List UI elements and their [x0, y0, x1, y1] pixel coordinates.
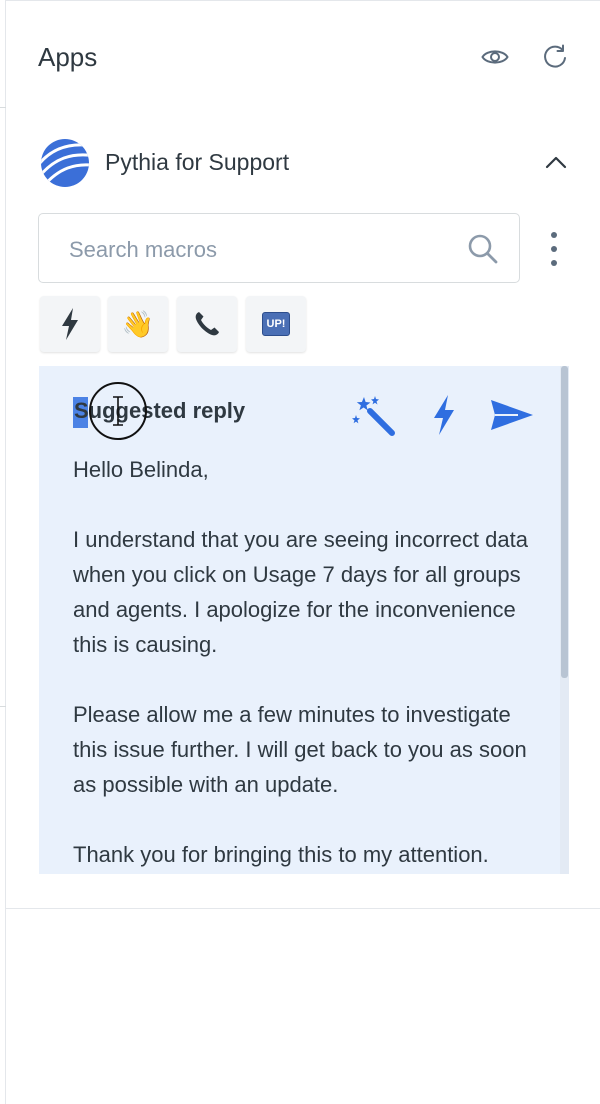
left-divider-tick: [0, 107, 6, 108]
suggested-reply-card: Suggested reply Hello Belinda, I underst…: [39, 366, 569, 874]
quick-macro-wave-button[interactable]: 👋: [108, 296, 168, 352]
left-divider: [5, 0, 6, 1104]
magic-wand-icon[interactable]: [351, 392, 397, 438]
chevron-up-icon[interactable]: [540, 146, 572, 178]
kebab-menu-icon[interactable]: [543, 232, 565, 266]
scrollbar-thumb[interactable]: [561, 366, 568, 678]
reply-paragraph: I understand that you are seeing incorre…: [73, 527, 528, 657]
eye-icon[interactable]: [478, 40, 512, 74]
refresh-icon[interactable]: [538, 40, 572, 74]
up-button-icon: UP!: [261, 312, 291, 336]
panel-title: Apps: [38, 42, 98, 72]
send-icon[interactable]: [489, 392, 535, 438]
search-input[interactable]: [67, 232, 451, 268]
pythia-logo-icon: [40, 138, 90, 188]
search-icon[interactable]: [467, 233, 499, 265]
reply-body[interactable]: Hello Belinda, I understand that you are…: [73, 452, 543, 874]
telephone-icon: [195, 312, 219, 336]
text-cursor-icon: [113, 396, 123, 426]
reply-greeting: Hello Belinda,: [73, 457, 209, 482]
lightning-bolt-icon: [62, 308, 78, 340]
lightning-bolt-icon[interactable]: [421, 392, 467, 438]
top-divider: [5, 0, 600, 1]
reply-paragraph: Thank you for bringing this to my attent…: [73, 842, 489, 867]
search-field[interactable]: [38, 213, 520, 283]
quick-macro-phone-button[interactable]: [177, 296, 237, 352]
quick-macro-lightning-button[interactable]: [40, 296, 100, 352]
waving-hand-icon: 👋: [121, 308, 155, 339]
left-divider-tick: [0, 706, 6, 707]
section-divider: [5, 908, 600, 909]
reply-paragraph: Please allow me a few minutes to investi…: [73, 702, 527, 797]
quick-macro-up-button[interactable]: UP!: [246, 296, 306, 352]
app-name: Pythia for Support: [105, 149, 290, 175]
scrollbar-track[interactable]: [560, 366, 569, 874]
